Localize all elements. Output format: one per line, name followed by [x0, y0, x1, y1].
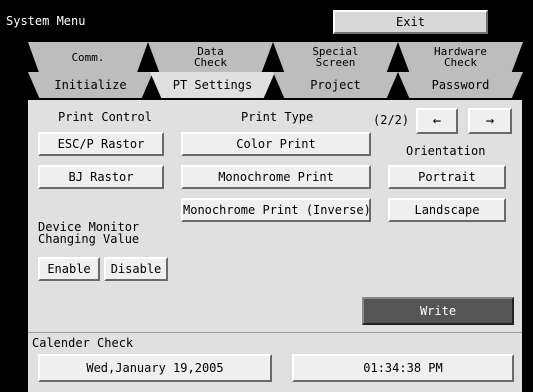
page-indicator: (2/2) [373, 113, 410, 127]
next-page-button[interactable]: → [468, 108, 512, 134]
monochrome-print-button[interactable]: Monochrome Print [181, 165, 371, 189]
tab-label: Password [431, 78, 490, 92]
arrow-right-icon: → [485, 113, 495, 129]
tab-label: Initialize [54, 78, 127, 92]
bj-rastor-button[interactable]: BJ Rastor [38, 165, 164, 189]
tab-project[interactable]: Project [273, 72, 398, 98]
device-monitor-heading-line2: Changing Value [38, 232, 140, 246]
tab-label: Project [310, 78, 361, 92]
tab-pt-settings[interactable]: PT Settings [150, 72, 275, 98]
date-display: Wed,January 19,2005 [38, 354, 272, 382]
calendar-heading: Calender Check [32, 336, 134, 350]
portrait-button[interactable]: Portrait [388, 165, 506, 189]
print-control-heading: Print Control [58, 110, 152, 124]
tab-hardware-check[interactable]: Hardware Check [398, 42, 523, 72]
tab-label: Data Check [193, 45, 228, 69]
arrow-left-icon: ← [432, 113, 442, 129]
disable-button[interactable]: Disable [104, 257, 168, 281]
time-display: 01:34:38 PM [292, 354, 514, 382]
landscape-button[interactable]: Landscape [388, 198, 506, 222]
tab-label: PT Settings [172, 78, 253, 92]
orientation-heading: Orientation [406, 144, 486, 158]
print-type-heading: Print Type [241, 110, 314, 124]
tab-password[interactable]: Password [398, 72, 523, 98]
tab-data-check[interactable]: Data Check [148, 42, 273, 72]
esc-p-rastor-button[interactable]: ESC/P Rastor [38, 132, 164, 156]
tab-label: Comm. [71, 51, 105, 64]
device-monitor-heading: Device Monitor Changing Value [38, 221, 139, 245]
enable-button[interactable]: Enable [38, 257, 100, 281]
tab-comm[interactable]: Comm. [28, 42, 148, 72]
tab-label: Hardware Check [434, 45, 487, 69]
tab-special-screen[interactable]: Special Screen [273, 42, 398, 72]
monochrome-print-inverse-button[interactable]: Monochrome Print (Inverse) [181, 198, 371, 222]
prev-page-button[interactable]: ← [416, 108, 458, 134]
tab-label: Special Screen [312, 45, 359, 69]
exit-button[interactable]: Exit [333, 10, 488, 34]
color-print-button[interactable]: Color Print [181, 132, 371, 156]
tab-initialize[interactable]: Initialize [28, 72, 153, 98]
window-title: System Menu [6, 14, 86, 28]
write-button[interactable]: Write [362, 297, 514, 325]
